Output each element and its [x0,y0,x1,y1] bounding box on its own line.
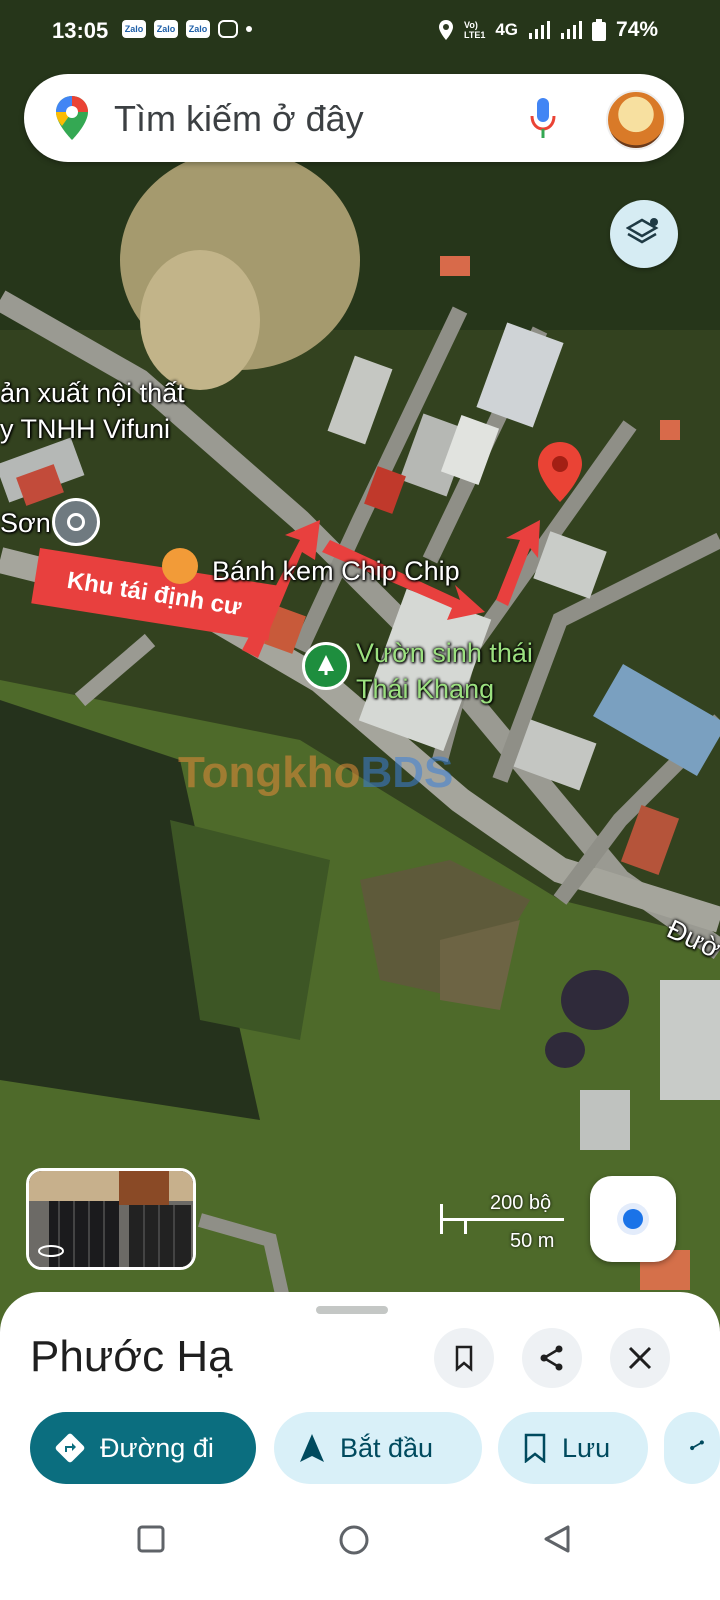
zalo-icon: Zalo [154,20,178,38]
navigation-arrow-icon [300,1434,324,1462]
microphone-icon[interactable] [529,96,557,140]
messenger-icon [218,20,238,38]
home-button[interactable] [338,1524,370,1556]
my-location-icon [623,1209,643,1229]
profile-avatar[interactable] [606,90,666,150]
start-label: Bắt đầu [340,1432,434,1463]
zalo-icon: Zalo [186,20,210,38]
volte-icon: Vo) LTE1 [464,20,486,40]
action-chips: Đường đi Bắt đầu Lưu [30,1412,720,1488]
map-label-son[interactable]: Sơn [0,508,51,539]
place-title: Phước Hạ [30,1332,233,1381]
back-button[interactable] [542,1524,572,1554]
directions-label: Đường đi [100,1432,214,1463]
bakery-marker-icon[interactable] [162,548,198,584]
satellite-map[interactable]: Khu tái định cư ản xuất nội thất y TNHH … [0,0,720,1330]
start-button[interactable]: Bắt đầu [274,1412,482,1484]
zalo-icon: Zalo [122,20,146,38]
more-dot-icon [246,26,252,32]
bookmark-icon [455,1345,473,1372]
close-icon [628,1346,652,1370]
sheet-drag-handle[interactable] [316,1306,388,1314]
street-view-image [29,1171,193,1267]
recents-button[interactable] [136,1524,166,1554]
search-input[interactable]: Tìm kiếm ở đây [114,98,364,140]
map-label-furniture[interactable]: ản xuất nội thất [0,378,185,409]
watermark: TongkhoBDS [178,748,453,798]
save-icon-button[interactable] [434,1328,494,1388]
save-button[interactable]: Lưu [498,1412,648,1484]
map-label-eco-park-name[interactable]: Thái Khang [356,674,494,705]
status-right: Vo) LTE1 4G 74% [438,18,658,42]
park-marker-icon[interactable] [302,642,350,690]
signal-icon [529,21,551,39]
google-maps-pin-icon [56,96,88,140]
scale-bar [440,1218,564,1221]
status-bar: 13:05 Zalo Zalo Zalo Vo) LTE1 4G 74% [0,0,720,62]
directions-button[interactable]: Đường đi [30,1412,256,1484]
bookmark-icon [524,1433,546,1463]
share-button[interactable] [522,1328,582,1388]
close-button[interactable] [610,1328,670,1388]
network-type: 4G [495,20,519,39]
battery-percent: 74% [616,18,659,41]
scale-tick-2 [464,1218,467,1234]
search-bar[interactable]: Tìm kiếm ở đây [24,74,684,162]
map-label-bakery[interactable]: Bánh kem Chip Chip [212,556,460,587]
scale-feet: 200 bộ [490,1192,552,1214]
my-location-button[interactable] [590,1176,676,1262]
status-time: 13:05 [52,18,109,43]
share-icon [690,1440,704,1451]
red-location-pin-icon[interactable] [536,440,584,504]
map-label-company[interactable]: y TNHH Vifuni [0,414,170,445]
street-view-thumbnail[interactable] [26,1168,196,1270]
notification-icons: Zalo Zalo Zalo [122,20,252,38]
system-nav-bar [0,1500,720,1600]
layers-icon [626,218,659,244]
save-label: Lưu [562,1432,611,1463]
location-icon [439,20,453,40]
watermark-part1: Tongkho [178,748,361,797]
watermark-part2: BDS [360,748,454,797]
directions-icon [55,1433,85,1463]
place-marker-icon[interactable] [52,498,100,546]
map-label-eco-park[interactable]: Vườn sinh thái [356,638,533,669]
signal-icon-2 [561,21,583,39]
share-chip[interactable] [664,1412,720,1484]
scale-meters: 50 m [510,1230,555,1252]
share-icon [540,1345,563,1371]
battery-icon [592,19,607,41]
layers-button[interactable] [610,200,678,268]
